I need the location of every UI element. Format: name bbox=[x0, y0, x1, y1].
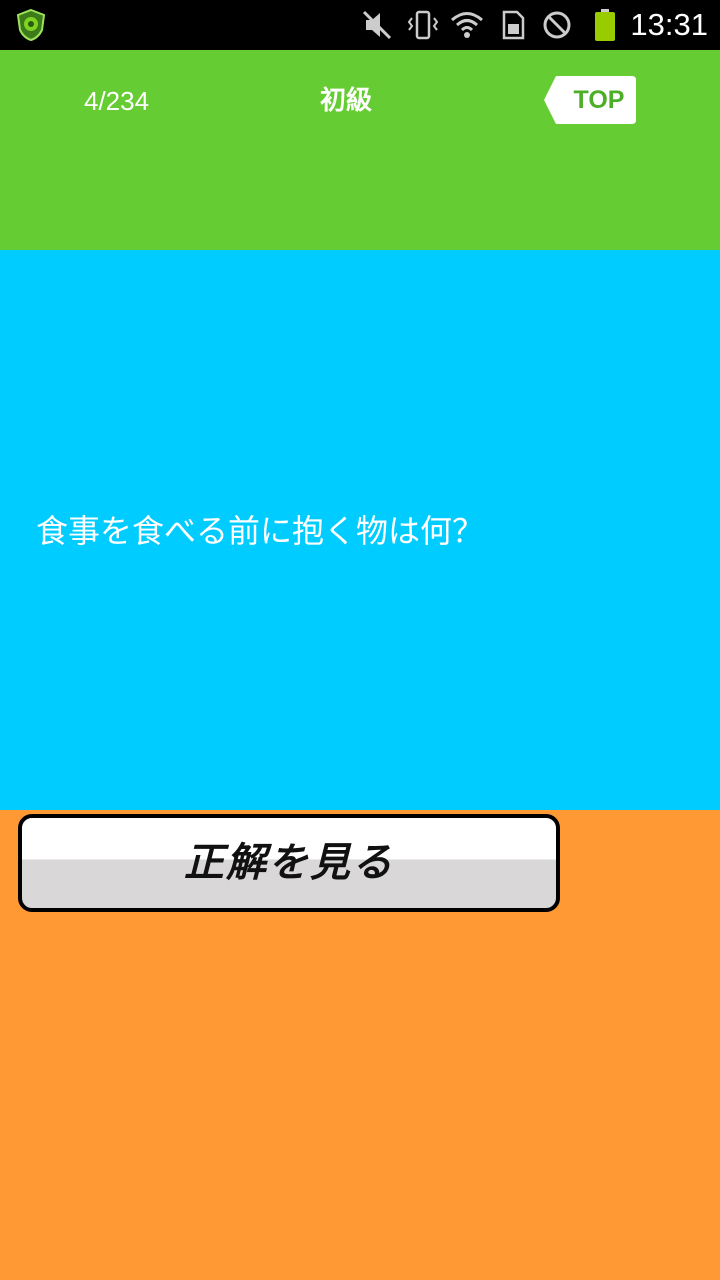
question-text: 食事を食べる前に抱く物は何？ bbox=[36, 512, 485, 550]
show-answer-button[interactable]: 正解を見る bbox=[18, 814, 560, 912]
status-bar: 13:31 bbox=[0, 0, 720, 50]
top-button[interactable]: TOP bbox=[544, 76, 636, 124]
vibrate-icon bbox=[407, 10, 439, 40]
battery-icon bbox=[595, 9, 615, 41]
no-signal-icon bbox=[543, 11, 571, 39]
answer-area: 正解を見る bbox=[0, 810, 720, 1280]
wifi-icon bbox=[451, 12, 483, 38]
show-answer-label: 正解を見る bbox=[184, 840, 394, 886]
clock: 13:31 bbox=[630, 7, 708, 42]
question-panel: 食事を食べる前に抱く物は何？ bbox=[0, 250, 720, 810]
top-button-label: TOP bbox=[573, 86, 625, 114]
sim-icon bbox=[502, 10, 525, 40]
question-progress: 4/234 bbox=[84, 86, 150, 116]
header: 4/234 初級 TOP bbox=[0, 50, 720, 250]
difficulty-level: 初級 bbox=[320, 86, 373, 116]
app-shield-icon bbox=[16, 8, 46, 42]
mute-icon bbox=[362, 10, 392, 40]
